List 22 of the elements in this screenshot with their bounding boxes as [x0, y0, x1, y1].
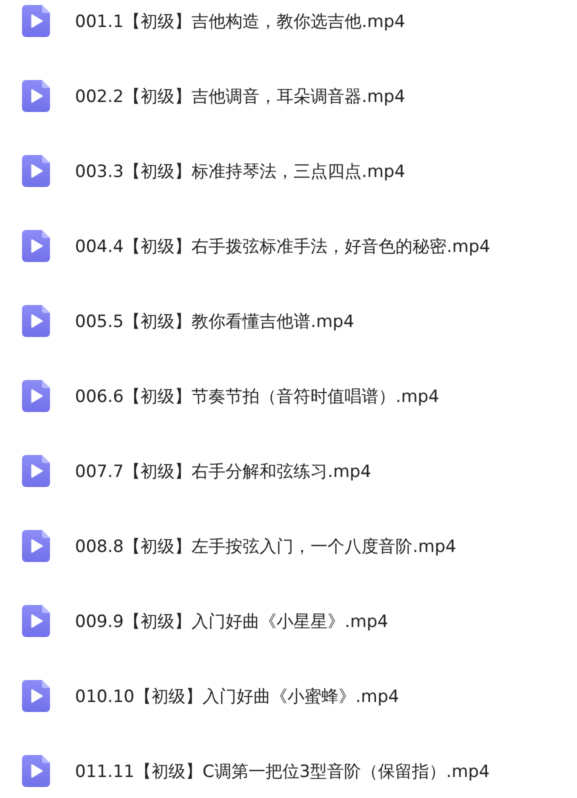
file-name[interactable]: 006.6【初级】节奏节拍（音符时值唱谱）.mp4: [75, 384, 440, 408]
video-file-icon: [22, 305, 50, 337]
file-name[interactable]: 010.10【初级】入门好曲《小蜜蜂》.mp4: [75, 684, 400, 708]
video-file-icon: [22, 380, 50, 412]
video-file-icon: [22, 80, 50, 112]
file-name[interactable]: 004.4【初级】右手拨弦标准手法，好音色的秘密.mp4: [75, 234, 490, 258]
file-name[interactable]: 001.1【初级】吉他构造，教你选吉他.mp4: [75, 10, 406, 32]
video-file-icon: [22, 230, 50, 262]
file-name[interactable]: 009.9【初级】入门好曲《小星星》.mp4: [75, 610, 388, 632]
video-file-icon: [22, 605, 50, 637]
video-file-icon: [22, 530, 50, 562]
video-file-icon: [22, 680, 50, 712]
video-file-icon: [22, 155, 50, 187]
video-file-icon: [22, 5, 50, 37]
file-name[interactable]: 007.7【初级】右手分解和弦练习.mp4: [75, 460, 372, 482]
file-name[interactable]: 002.2【初级】吉他调音，耳朵调音器.mp4: [75, 84, 406, 108]
file-name[interactable]: 008.8【初级】左手按弦入门，一个八度音阶.mp4: [75, 534, 456, 558]
file-name[interactable]: 003.3【初级】标准持琴法，三点四点.mp4: [75, 160, 406, 182]
file-name[interactable]: 011.11【初级】C调第一把位3型音阶（保留指）.mp4: [75, 760, 490, 782]
video-file-icon: [22, 455, 50, 487]
file-name[interactable]: 005.5【初级】教你看懂吉他谱.mp4: [75, 310, 354, 332]
video-file-icon: [22, 755, 50, 787]
